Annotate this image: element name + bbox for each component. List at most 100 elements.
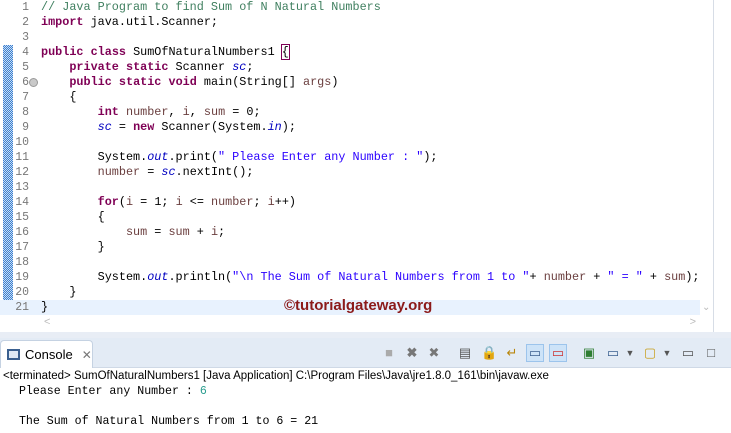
code-token: number <box>210 195 254 209</box>
code-token: java.util.Scanner; <box>83 15 218 29</box>
code-token: out <box>147 150 169 164</box>
code-token: void <box>168 75 197 89</box>
code-token: } <box>41 285 77 299</box>
code-token: ( <box>118 195 126 209</box>
dropdown-arrow-icon[interactable]: ▼ <box>622 345 638 361</box>
close-icon[interactable]: ✕ <box>82 348 92 362</box>
clear-console-icon[interactable]: ▤ <box>457 345 473 361</box>
console-output[interactable]: Please Enter any Number : 6 The Sum of N… <box>0 384 731 429</box>
show-on-stdout-icon[interactable]: ▭ <box>526 344 544 362</box>
code-token: private <box>69 60 119 74</box>
tab-label: Console <box>25 347 73 362</box>
code-line[interactable]: 4 public class SumOfNaturalNumbers1 { <box>0 44 700 60</box>
code-token: i <box>125 195 134 209</box>
code-line[interactable]: 5 private static Scanner sc; <box>0 60 700 75</box>
vertical-scrollbar[interactable]: ⌄ <box>700 0 714 315</box>
scroll-left-icon[interactable]: < <box>44 316 50 328</box>
code-token: // Java Program to find Sum of N Natural… <box>41 0 381 14</box>
remove-all-terminated-icon[interactable]: ✖ <box>426 345 442 361</box>
code-token: main(String[] <box>196 75 304 89</box>
code-token: new <box>133 120 155 134</box>
scroll-lock-icon[interactable]: 🔒 <box>481 345 497 361</box>
code-line[interactable]: 13 <box>0 180 700 195</box>
code-token: static <box>125 60 169 74</box>
code-token: sc <box>232 60 247 74</box>
code-token: for <box>97 195 119 209</box>
code-token: , <box>168 105 183 119</box>
code-text: // Java Program to find Sum of N Natural… <box>41 0 381 15</box>
code-token: import <box>41 15 84 29</box>
word-wrap-icon[interactable]: ↵ <box>504 345 520 361</box>
code-token: ); <box>423 150 438 164</box>
code-token: .print( <box>168 150 219 164</box>
code-line[interactable]: 1 // Java Program to find Sum of N Natura… <box>0 0 700 15</box>
code-line[interactable]: 19 System.out.println("\n The Sum of Nat… <box>0 270 700 285</box>
code-token: Scanner(System. <box>154 120 268 134</box>
code-token: sum <box>664 270 686 284</box>
code-token: sc <box>161 165 176 179</box>
code-text: } <box>41 300 48 315</box>
open-console-icon[interactable]: ▢ <box>642 345 658 361</box>
line-number: 5 <box>22 61 29 74</box>
show-on-stderr-icon[interactable]: ▭ <box>549 344 567 362</box>
code-token: ) <box>331 75 339 89</box>
tab-console[interactable]: Console ✕ <box>0 340 93 368</box>
code-token: i <box>267 195 275 209</box>
code-line[interactable]: 17 } <box>0 240 700 255</box>
code-token: + <box>642 270 665 284</box>
line-number: 13 <box>15 181 29 194</box>
scroll-down-icon[interactable]: ⌄ <box>702 302 710 313</box>
code-line[interactable]: 11 System.out.print(" Please Enter any N… <box>0 150 700 165</box>
fold-icon[interactable] <box>29 78 38 87</box>
code-token: number <box>97 165 141 179</box>
display-console-icon[interactable]: ▭ <box>605 345 621 361</box>
line-number: 19 <box>15 271 29 284</box>
code-line[interactable]: 7 { <box>0 90 700 105</box>
output-result: The Sum of Natural Numbers from 1 to 6 =… <box>12 415 319 428</box>
line-number: 10 <box>15 136 29 149</box>
console-toolbar: Console ✕ ■ ✖ ✖ ▤ 🔒 ↵ ▭ ▭ ▣ ▭ ▼ ▢ ▼ ▭ □ <box>0 338 731 368</box>
remove-launch-icon[interactable]: ✖ <box>404 345 420 361</box>
code-token: " = " <box>607 270 643 284</box>
code-token: .println( <box>168 270 233 284</box>
code-line[interactable]: 8 int number, i, sum = 0; <box>0 105 700 120</box>
code-line[interactable]: 15 { <box>0 210 700 225</box>
pin-console-icon[interactable]: ▣ <box>581 345 597 361</box>
maximize-icon[interactable]: □ <box>703 345 719 361</box>
code-editor[interactable]: 1 // Java Program to find Sum of N Natura… <box>0 0 714 332</box>
code-line[interactable]: 2 import java.util.Scanner; <box>0 15 700 30</box>
code-line[interactable]: 3 <box>0 30 700 45</box>
code-token: = <box>147 225 169 239</box>
code-token: <= <box>182 195 211 209</box>
code-token: static <box>118 75 162 89</box>
code-line[interactable]: 10 <box>0 135 700 150</box>
code-text: System.out.println("\n The Sum of Natura… <box>41 270 700 285</box>
code-token: System. <box>41 270 148 284</box>
line-number: 6 <box>22 76 29 89</box>
line-number: 18 <box>15 256 29 269</box>
terminate-icon[interactable]: ■ <box>381 345 397 361</box>
scroll-right-icon[interactable]: > <box>690 316 696 328</box>
code-line[interactable]: 18 <box>0 255 700 270</box>
code-token: number <box>125 105 169 119</box>
minimize-icon[interactable]: ▭ <box>680 345 696 361</box>
code-line[interactable]: 12 number = sc.nextInt(); <box>0 165 700 180</box>
code-text: public static void main(String[] args) <box>41 75 338 90</box>
line-number: 21 <box>15 301 29 314</box>
line-number: 2 <box>22 16 29 29</box>
code-line[interactable]: 14 for(i = 1; i <= number; i++) <box>0 195 700 210</box>
code-token: .nextInt(); <box>175 165 254 179</box>
code-token: ; <box>218 225 226 239</box>
code-line[interactable]: 16 sum = sum + i; <box>0 225 700 240</box>
code-line[interactable]: 9 sc = new Scanner(System.in); <box>0 120 700 135</box>
code-line[interactable]: 6 public static void main(String[] args) <box>0 75 700 90</box>
dropdown-arrow-icon[interactable]: ▼ <box>659 345 675 361</box>
horizontal-scrollbar[interactable]: < > <box>40 315 700 331</box>
code-token: + <box>586 270 608 284</box>
code-lines[interactable]: 1 // Java Program to find Sum of N Natura… <box>0 0 700 315</box>
code-token: i <box>182 105 190 119</box>
